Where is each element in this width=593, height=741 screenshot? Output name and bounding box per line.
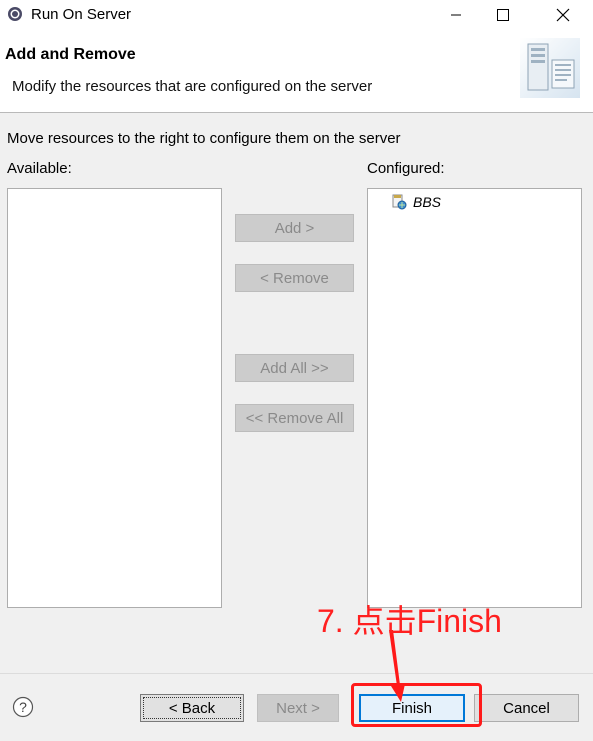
svg-text:?: ? <box>19 699 27 715</box>
next-button-label: Next > <box>276 699 320 717</box>
configured-list[interactable] <box>367 188 582 608</box>
wizard-header <box>0 30 593 112</box>
help-icon[interactable]: ? <box>12 696 34 718</box>
window-title: Run On Server <box>31 6 132 23</box>
cancel-button[interactable]: Cancel <box>474 694 579 722</box>
web-project-icon <box>392 194 407 210</box>
back-button[interactable]: < Back <box>140 694 244 722</box>
finish-highlight-box <box>351 683 482 727</box>
add-button[interactable]: Add > <box>235 214 354 242</box>
page-title: Add and Remove <box>5 46 136 63</box>
annotation-text: 7. 点击Finish <box>317 603 502 639</box>
close-icon <box>556 8 570 22</box>
remove-button[interactable]: < Remove <box>235 264 354 292</box>
remove-all-button-label: << Remove All <box>245 409 344 427</box>
configured-label: Configured: <box>367 160 445 177</box>
back-button-label: < Back <box>168 699 216 717</box>
server-banner-icon <box>520 38 580 98</box>
available-label: Available: <box>7 160 72 177</box>
next-button[interactable]: Next > <box>257 694 339 722</box>
add-all-button-label: Add All >> <box>260 359 329 377</box>
close-button[interactable] <box>540 0 586 30</box>
add-button-label: Add > <box>274 219 315 237</box>
configured-item-bbs[interactable]: BBS <box>391 194 441 210</box>
maximize-button[interactable] <box>480 0 526 30</box>
configured-item-label: BBS <box>413 194 442 210</box>
remove-all-button[interactable]: << Remove All <box>235 404 354 432</box>
available-list[interactable] <box>7 188 222 608</box>
maximize-icon <box>497 9 509 21</box>
minimize-icon <box>451 14 461 16</box>
instruction-text: Move resources to the right to configure… <box>7 130 401 147</box>
minimize-button[interactable] <box>433 0 479 30</box>
cancel-button-label: Cancel <box>503 699 550 717</box>
page-description: Modify the resources that are configured… <box>12 78 373 95</box>
eclipse-app-icon <box>7 6 23 22</box>
add-all-button[interactable]: Add All >> <box>235 354 354 382</box>
remove-button-label: < Remove <box>260 269 329 287</box>
